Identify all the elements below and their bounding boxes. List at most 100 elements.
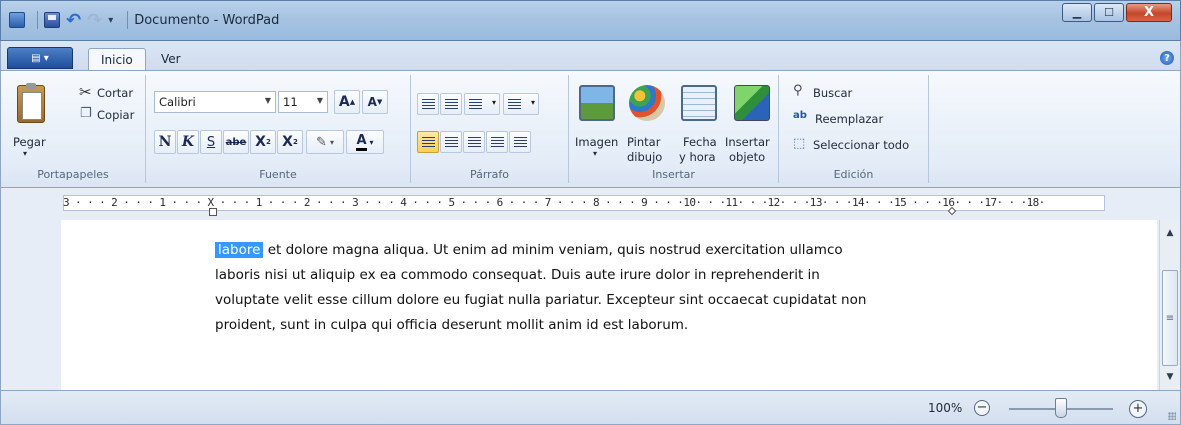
paint-palette-icon: [629, 85, 665, 121]
image-icon: [579, 85, 615, 121]
subscript-button[interactable]: X2: [250, 130, 276, 154]
cut-button[interactable]: ✂ Cortar: [79, 83, 145, 103]
scroll-up-icon[interactable]: ▲: [1160, 224, 1180, 242]
font-family-select[interactable]: Calibri ▼: [154, 91, 276, 113]
paragraph-icon: [514, 137, 527, 148]
superscript-button[interactable]: X2: [277, 130, 303, 154]
resize-grip-icon[interactable]: [1168, 412, 1176, 420]
underline-button[interactable]: S: [200, 130, 222, 154]
tab-inicio[interactable]: Inicio: [88, 48, 146, 71]
find-label: Buscar: [813, 86, 853, 100]
tab-ver[interactable]: Ver: [149, 48, 193, 71]
document-page[interactable]: labore et dolore magna aliqua. Ut enim a…: [61, 220, 1157, 390]
font-color-button[interactable]: A ▾: [346, 130, 384, 154]
paragraph-settings-button[interactable]: [509, 131, 531, 153]
highlight-color-button[interactable]: ✎ ▾: [306, 130, 344, 154]
insert-object-button[interactable]: Insertar objeto: [725, 79, 779, 165]
maximize-button[interactable]: ☐: [1094, 3, 1124, 22]
bold-button[interactable]: N: [154, 130, 176, 154]
justify-icon: [491, 137, 504, 148]
chevron-down-icon: ▾: [23, 149, 28, 158]
highlighter-icon: ✎: [316, 134, 327, 150]
bullet-list-button[interactable]: ▾: [464, 93, 500, 115]
zoom-slider-thumb[interactable]: [1055, 398, 1067, 418]
object-label-line1: Insertar: [725, 135, 770, 149]
chevron-down-icon: ▾: [369, 137, 374, 147]
vertical-scrollbar[interactable]: ▲ ≡ ▼: [1159, 220, 1180, 390]
select-all-button[interactable]: ⬚ Seleccionar todo: [793, 136, 927, 155]
replace-label: Reemplazar: [815, 112, 884, 126]
save-icon[interactable]: [44, 12, 60, 28]
line-spacing-button[interactable]: ▾: [503, 93, 539, 115]
application-menu-button[interactable]: ▤ ▾: [7, 47, 73, 69]
object-icon: [734, 85, 770, 121]
document-area: labore et dolore magna aliqua. Ut enim a…: [0, 220, 1181, 390]
shrink-font-button[interactable]: A ▼: [362, 90, 388, 114]
paint-drawing-button[interactable]: Pintar dibujo: [623, 79, 669, 165]
increase-indent-button[interactable]: [440, 93, 462, 115]
insert-image-label: Imagen: [575, 135, 619, 149]
font-size-select[interactable]: 11 ▼: [278, 91, 328, 113]
text-line-3: voluptate velit esse cillum dolore eu fu…: [215, 292, 867, 308]
customize-toolbar-dropdown-icon[interactable]: ▾: [108, 15, 113, 26]
font-size-value: 11: [283, 95, 298, 109]
zoom-out-button[interactable]: −: [974, 400, 990, 416]
select-all-icon: ⬚: [793, 136, 806, 151]
document-text[interactable]: labore et dolore magna aliqua. Ut enim a…: [215, 238, 955, 338]
zoom-in-button[interactable]: +: [1129, 400, 1147, 418]
minimize-button[interactable]: ▁: [1062, 3, 1092, 22]
scissors-icon: ✂: [79, 83, 92, 101]
replace-button[interactable]: ab Reemplazar: [793, 110, 913, 129]
text-line-1-rest: et dolore magna aliqua. Ut enim ad minim…: [263, 242, 843, 258]
align-right-icon: [468, 137, 481, 148]
help-icon[interactable]: ?: [1160, 51, 1174, 65]
strikethrough-button[interactable]: abe: [223, 130, 249, 154]
copy-button[interactable]: ❐ Copiar: [79, 106, 145, 125]
paste-button[interactable]: Pegar ▾: [5, 77, 51, 159]
close-button[interactable]: X: [1126, 3, 1172, 22]
decrease-indent-icon: [422, 99, 435, 110]
chevron-down-icon: ▾: [329, 137, 334, 147]
scroll-down-icon[interactable]: ▼: [1160, 368, 1180, 386]
increase-indent-icon: [445, 99, 458, 110]
text-line-1: labore et dolore magna aliqua. Ut enim a…: [215, 238, 955, 263]
window-controls: ▁ ☐ X: [1060, 3, 1172, 22]
cut-label: Cortar: [97, 86, 134, 100]
align-right-button[interactable]: [463, 131, 485, 153]
selected-text[interactable]: labore: [215, 242, 264, 258]
replace-icon: ab: [793, 110, 807, 121]
align-center-button[interactable]: [440, 131, 462, 153]
insert-group: Imagen ▾ Pintar dibujo Fecha y hora Inse…: [569, 75, 779, 183]
text-line-2: laboris nisi ut aliquip ex ea commodo co…: [215, 267, 820, 283]
window-title: Documento - WordPad: [134, 12, 280, 28]
object-label-line2: objeto: [729, 150, 766, 164]
decrease-indent-button[interactable]: [417, 93, 439, 115]
datetime-label-line1: Fecha: [683, 135, 717, 149]
font-group-label: Fuente: [259, 168, 297, 181]
zoom-level: 100%: [928, 401, 963, 415]
copy-label: Copiar: [97, 108, 135, 122]
ruler[interactable]: 3 · · · 2 · · · 1 · · · X · · · 1 · · · …: [0, 188, 1181, 220]
scroll-thumb[interactable]: ≡: [1162, 270, 1178, 366]
grow-font-icon: A: [338, 94, 350, 110]
undo-icon[interactable]: ↶: [66, 10, 81, 31]
insert-image-button[interactable]: Imagen ▾: [573, 79, 621, 165]
justify-button[interactable]: [486, 131, 508, 153]
left-indent-marker[interactable]: [209, 208, 217, 216]
find-button[interactable]: ⚲ Buscar: [793, 83, 903, 103]
subscript-icon: X: [255, 134, 266, 150]
redo-icon[interactable]: ↷: [87, 10, 102, 31]
status-bar: 100% − +: [0, 390, 1181, 425]
grow-font-button[interactable]: A ▲: [334, 90, 360, 114]
app-menu-icon: ▤ ▾: [31, 52, 49, 64]
wordpad-app-icon[interactable]: [9, 12, 25, 28]
align-left-button[interactable]: [417, 131, 439, 153]
ribbon-tabs: ▤ ▾ Inicio Ver ?: [0, 41, 1181, 71]
chevron-down-icon: ▾: [530, 98, 535, 107]
font-group: Calibri ▼ 11 ▼ A ▲ A ▼ N K S abe X2 X2 ✎ ▾ …: [146, 75, 411, 183]
font-color-icon: A: [356, 133, 367, 151]
paint-label-line1: Pintar: [627, 135, 661, 149]
select-all-label: Seleccionar todo: [813, 138, 910, 152]
date-time-button[interactable]: Fecha y hora: [673, 79, 723, 165]
italic-button[interactable]: K: [177, 130, 199, 154]
